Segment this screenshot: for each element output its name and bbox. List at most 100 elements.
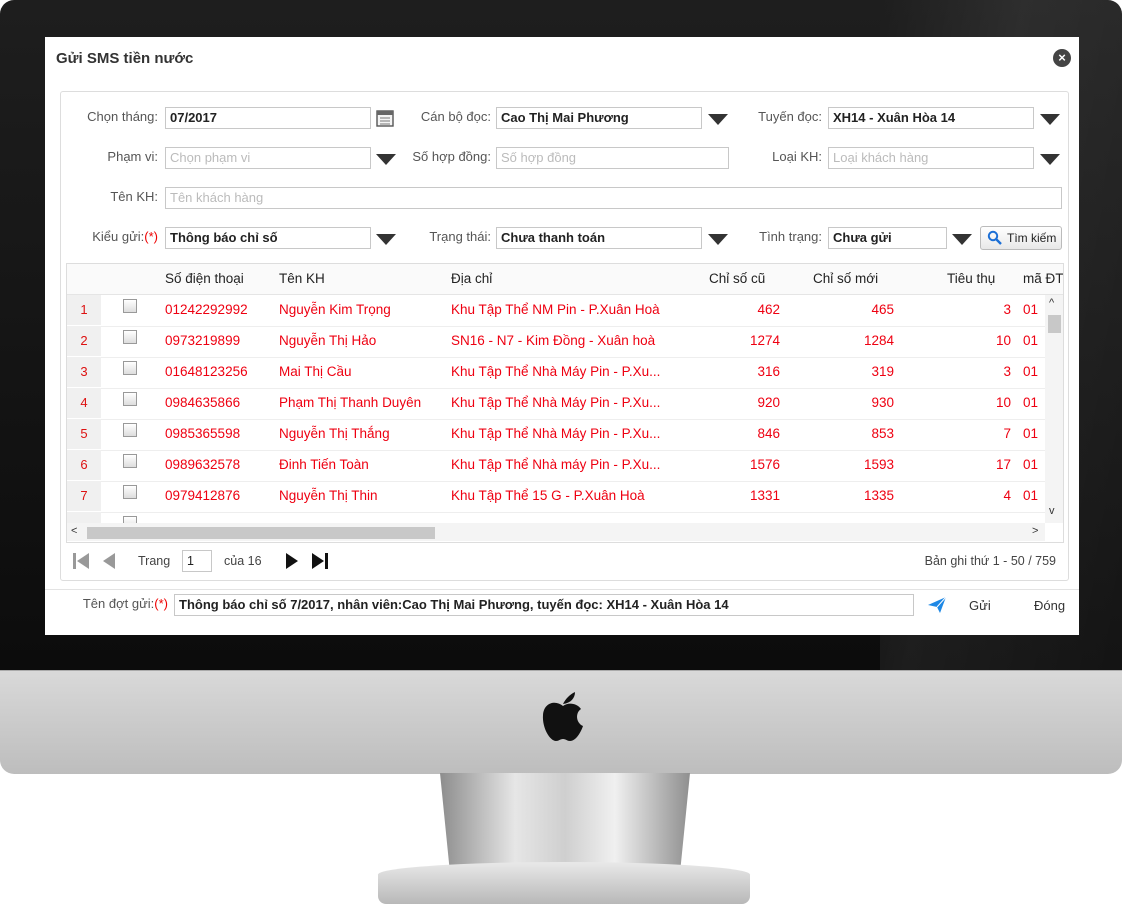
cell-name: Nguyễn Thị Thin bbox=[279, 488, 378, 503]
row-number: 6 bbox=[67, 450, 101, 480]
scroll-up-icon[interactable]: ^ bbox=[1049, 297, 1054, 309]
batch-name-input[interactable]: Thông báo chỉ số 7/2017, nhân viên:Cao T… bbox=[174, 594, 914, 616]
cell-usage: 10 bbox=[995, 333, 1011, 348]
table-row[interactable]: 5 0985365598 Nguyễn Thị Thắng Khu Tập Th… bbox=[67, 419, 1045, 451]
table-row[interactable]: 3 01648123256 Mai Thị Cầu Khu Tập Thể Nh… bbox=[67, 357, 1045, 389]
send-state-label: Tình trạng: bbox=[759, 229, 822, 244]
page-input[interactable]: 1 bbox=[182, 550, 212, 572]
batch-name-label: Tên đợt gửi:(*) bbox=[82, 596, 168, 611]
cell-new-index: 1593 bbox=[863, 457, 894, 472]
table-row[interactable]: 2 0973219899 Nguyễn Thị Hảo SN16 - N7 - … bbox=[67, 326, 1045, 358]
cell-usage: 3 bbox=[1003, 302, 1011, 317]
cell-new-index: 319 bbox=[871, 364, 894, 379]
row-number: 7 bbox=[67, 481, 101, 511]
cell-old-index: 462 bbox=[757, 302, 780, 317]
cell-old-index: 316 bbox=[757, 364, 780, 379]
scope-select[interactable]: Chọn phạm vi bbox=[165, 147, 371, 169]
chevron-down-icon[interactable] bbox=[948, 227, 974, 249]
cell-name: Nguyễn Kim Trọng bbox=[279, 302, 391, 317]
route-label: Tuyến đọc: bbox=[758, 109, 822, 124]
table-row[interactable]: 7 0979412876 Nguyễn Thị Thin Khu Tập Thể… bbox=[67, 481, 1045, 513]
cell-phone: 01648123256 bbox=[165, 364, 248, 379]
table-row[interactable]: 6 0989632578 Đinh Tiến Toàn Khu Tập Thể … bbox=[67, 450, 1045, 482]
row-checkbox[interactable] bbox=[123, 361, 137, 375]
row-checkbox[interactable] bbox=[123, 454, 137, 468]
search-button[interactable]: Tìm kiếm bbox=[980, 226, 1062, 250]
cell-name: Nguyễn Thị Thắng bbox=[279, 426, 390, 441]
column-header-usage[interactable]: Tiêu thụ bbox=[947, 271, 995, 286]
row-checkbox[interactable] bbox=[123, 423, 137, 437]
column-header-code[interactable]: mã ĐT bbox=[1023, 271, 1063, 286]
customer-type-select[interactable]: Loại khách hàng bbox=[828, 147, 1034, 169]
send-type-label: Kiểu gửi:(*) bbox=[92, 229, 158, 244]
row-number: 3 bbox=[67, 357, 101, 387]
table-row[interactable]: 4 0984635866 Phạm Thị Thanh Duyên Khu Tậ… bbox=[67, 388, 1045, 420]
vertical-scrollbar[interactable]: ^ v bbox=[1045, 295, 1063, 523]
cell-usage: 4 bbox=[1003, 488, 1011, 503]
reader-select[interactable]: Cao Thị Mai Phương bbox=[496, 107, 702, 129]
record-info: Bản ghi thứ 1 - 50 / 759 bbox=[924, 554, 1056, 568]
route-select[interactable]: XH14 - Xuân Hòa 14 bbox=[828, 107, 1034, 129]
cell-address: Khu Tập Thể NM Pin - P.Xuân Hoà bbox=[451, 302, 660, 317]
customer-name-input[interactable]: Tên khách hàng bbox=[165, 187, 1062, 209]
cell-phone: 01242292992 bbox=[165, 302, 248, 317]
cell-code: 01 bbox=[1023, 457, 1039, 472]
column-header-new-index[interactable]: Chỉ số mới bbox=[813, 271, 878, 286]
cell-phone: 0989632578 bbox=[165, 457, 241, 472]
search-button-label: Tìm kiếm bbox=[1007, 231, 1057, 245]
column-header-name[interactable]: Tên KH bbox=[279, 271, 325, 286]
cell-address: Khu Tập Thể Nhà Máy Pin - P.Xu... bbox=[451, 395, 661, 410]
table-row[interactable] bbox=[67, 512, 1045, 523]
close-button[interactable]: Đóng bbox=[1034, 598, 1065, 613]
footer-bar: Tên đợt gửi:(*) Thông báo chỉ số 7/2017,… bbox=[45, 589, 1079, 635]
table-row[interactable]: 1 01242292992 Nguyễn Kim Trọng Khu Tập T… bbox=[67, 295, 1045, 327]
close-icon[interactable]: × bbox=[1053, 49, 1071, 67]
contract-input[interactable]: Số hợp đồng bbox=[496, 147, 729, 169]
send-button[interactable]: Gửi bbox=[969, 598, 991, 613]
cell-new-index: 1284 bbox=[863, 333, 894, 348]
row-checkbox[interactable] bbox=[123, 516, 137, 523]
payment-status-select[interactable]: Chưa thanh toán bbox=[496, 227, 702, 249]
cell-code: 01 bbox=[1023, 488, 1039, 503]
horizontal-scrollbar[interactable]: < > bbox=[67, 523, 1045, 541]
column-header-old-index[interactable]: Chỉ số cũ bbox=[709, 271, 765, 286]
scroll-right-icon[interactable]: > bbox=[1032, 525, 1038, 537]
cell-phone: 0985365598 bbox=[165, 426, 241, 441]
scroll-down-icon[interactable]: v bbox=[1049, 505, 1055, 517]
cell-new-index: 853 bbox=[871, 426, 894, 441]
cell-address: Khu Tập Thể Nhà máy Pin - P.Xu... bbox=[451, 457, 661, 472]
column-header-address[interactable]: Địa chỉ bbox=[451, 271, 492, 286]
page-count: của 16 bbox=[224, 554, 262, 568]
scroll-left-icon[interactable]: < bbox=[71, 525, 77, 537]
horizontal-scroll-thumb[interactable] bbox=[87, 527, 435, 539]
cell-usage: 10 bbox=[995, 395, 1011, 410]
month-field[interactable]: 07/2017 bbox=[165, 107, 371, 129]
send-type-select[interactable]: Thông báo chỉ số bbox=[165, 227, 371, 249]
cell-old-index: 846 bbox=[757, 426, 780, 441]
cell-code: 01 bbox=[1023, 395, 1039, 410]
row-checkbox[interactable] bbox=[123, 299, 137, 313]
first-page-icon[interactable] bbox=[71, 552, 91, 570]
chevron-down-icon[interactable] bbox=[1036, 107, 1062, 129]
send-state-select[interactable]: Chưa gửi bbox=[828, 227, 947, 249]
cell-code: 01 bbox=[1023, 364, 1039, 379]
reader-label: Cán bộ đọc: bbox=[420, 109, 491, 124]
row-checkbox[interactable] bbox=[123, 392, 137, 406]
chevron-down-icon[interactable] bbox=[1036, 147, 1062, 169]
last-page-icon[interactable] bbox=[310, 552, 330, 570]
column-header-phone[interactable]: Số điện thoại bbox=[165, 271, 244, 286]
row-checkbox[interactable] bbox=[123, 485, 137, 499]
cell-new-index: 1335 bbox=[863, 488, 894, 503]
next-page-icon[interactable] bbox=[284, 552, 300, 570]
vertical-scroll-thumb[interactable] bbox=[1048, 315, 1061, 333]
prev-page-icon[interactable] bbox=[101, 552, 117, 570]
row-number bbox=[67, 512, 101, 523]
scope-label: Phạm vi: bbox=[107, 149, 158, 164]
cell-old-index: 1576 bbox=[749, 457, 780, 472]
monitor-stand bbox=[440, 773, 690, 873]
row-number: 4 bbox=[67, 388, 101, 418]
send-icon[interactable] bbox=[927, 596, 947, 614]
row-number: 5 bbox=[67, 419, 101, 449]
cell-name: Phạm Thị Thanh Duyên bbox=[279, 395, 422, 410]
row-checkbox[interactable] bbox=[123, 330, 137, 344]
